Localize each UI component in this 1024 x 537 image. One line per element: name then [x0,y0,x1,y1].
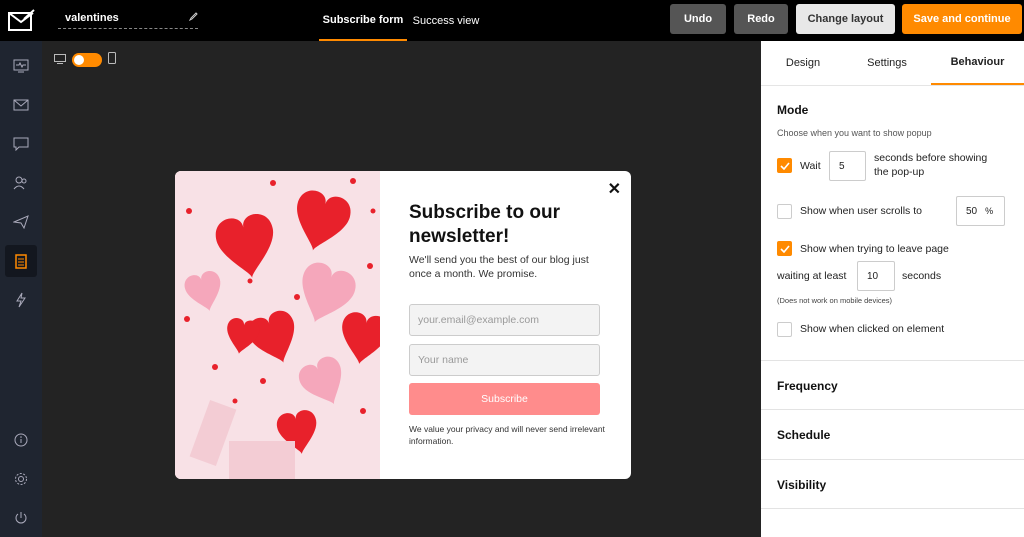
app-logo-icon[interactable] [0,0,42,41]
divider [761,409,1024,410]
desktop-icon[interactable] [54,51,66,69]
clipboard-icon[interactable] [5,245,37,277]
device-toggle [54,51,116,69]
clicked-element-checkbox[interactable] [777,322,792,337]
tab-behaviour[interactable]: Behaviour [931,41,1024,85]
wait-label: Wait [800,160,821,172]
leave-page-checkbox[interactable] [777,241,792,256]
valentines-hearts-image [175,171,391,479]
editor-canvas: ✕ Subscribe to our newsletter! We'll sen… [42,41,761,537]
wait-suffix: seconds before showing the pop-up [874,152,988,178]
tabs-divider [761,85,1024,86]
name-field[interactable]: Your name [409,344,600,376]
pencil-icon[interactable] [188,12,198,24]
tab-success-view-label: Success view [412,14,480,27]
users-icon[interactable] [5,167,37,199]
wait-checkbox[interactable] [777,158,792,173]
tab-subscribe-form[interactable]: Subscribe form [319,0,407,41]
subscribe-button[interactable]: Subscribe [409,383,600,415]
gear-icon[interactable] [5,463,37,495]
power-icon[interactable] [5,502,37,534]
envelope-icon[interactable] [5,89,37,121]
save-and-continue-button[interactable]: Save and continue [902,4,1022,34]
tab-success-view[interactable]: Success view [409,0,483,41]
campaign-name-field[interactable]: valentines [58,7,198,29]
wait-seconds-input[interactable]: 5 [829,151,866,181]
tab-design[interactable]: Design [761,41,845,85]
clicked-element-label: Show when clicked on element [800,323,945,335]
privacy-note: We value your privacy and will never sen… [409,424,605,446]
close-icon[interactable]: ✕ [608,179,621,199]
popup-preview[interactable]: ✕ Subscribe to our newsletter! We'll sen… [175,171,631,479]
percent-unit: % [985,206,994,216]
lightning-icon[interactable] [5,284,37,316]
tab-subscribe-form-label: Subscribe form [322,13,404,26]
scroll-percent-input[interactable]: 50 % [956,196,1005,226]
mobile-icon[interactable] [108,51,116,69]
popup-description: We'll send you the best of our blog just… [409,254,589,280]
leave-seconds-suffix: seconds [902,270,942,282]
section-visibility[interactable]: Visibility [777,478,826,492]
undo-button[interactable]: Undo [670,4,726,34]
scroll-percent-value: 50 [966,205,978,217]
scroll-label: Show when user scrolls to [800,205,922,217]
divider [761,508,1024,509]
divider [761,360,1024,361]
redo-button[interactable]: Redo [734,4,788,34]
popup-content: ✕ Subscribe to our newsletter! We'll sen… [380,171,631,479]
campaign-name: valentines [65,12,119,24]
popup-title: Subscribe to our newsletter! [409,202,560,247]
sidebar [0,41,42,537]
change-layout-button[interactable]: Change layout [796,4,895,34]
top-bar: valentines Subscribe form Success view U… [0,0,1024,41]
mode-subtitle: Choose when you want to show popup [777,128,932,138]
device-switch[interactable] [72,53,102,67]
waiting-at-least-label: waiting at least [777,270,847,282]
leave-seconds-input[interactable]: 10 [857,261,895,291]
settings-panel: Design Settings Behaviour Mode Choose wh… [761,41,1024,537]
section-schedule[interactable]: Schedule [777,428,830,442]
scroll-checkbox[interactable] [777,204,792,219]
divider [761,459,1024,460]
section-frequency[interactable]: Frequency [777,379,838,393]
leave-page-label: Show when trying to leave page [800,243,949,255]
mobile-note: (Does not work on mobile devices) [777,296,893,305]
mode-title: Mode [777,103,809,117]
info-icon[interactable] [5,424,37,456]
paper-plane-icon[interactable] [5,206,37,238]
chat-icon[interactable] [5,128,37,160]
monitor-pulse-icon[interactable] [5,50,37,82]
tab-settings[interactable]: Settings [845,41,929,85]
email-field[interactable]: your.email@example.com [409,304,600,336]
